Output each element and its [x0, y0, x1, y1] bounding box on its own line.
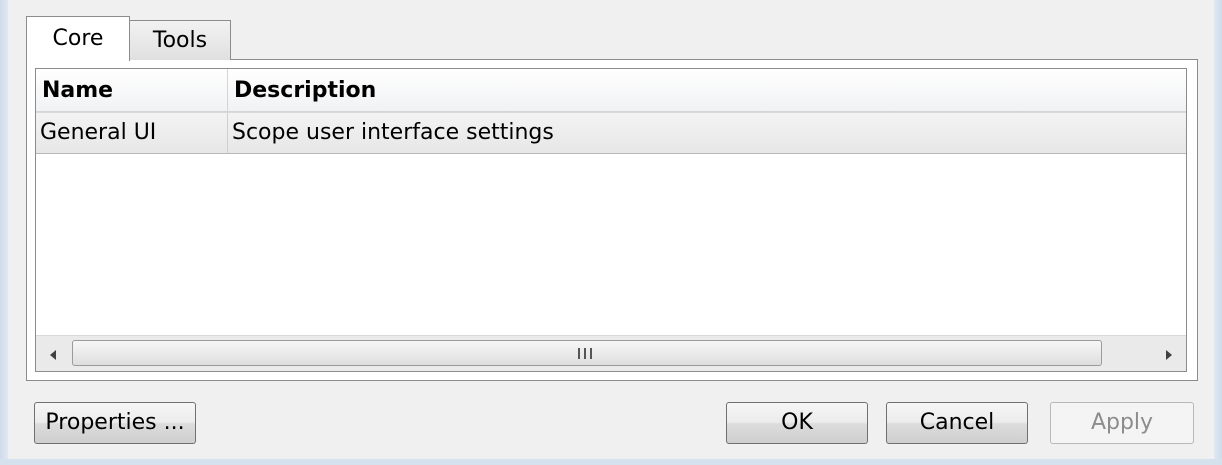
tab-tools[interactable]: Tools — [129, 20, 231, 60]
triangle-right-icon — [1166, 349, 1172, 360]
triangle-left-icon — [50, 349, 56, 360]
column-header-name[interactable]: Name — [36, 69, 228, 111]
apply-button[interactable]: Apply — [1050, 402, 1194, 444]
properties-button[interactable]: Properties ... — [34, 402, 196, 444]
extensions-table: Name Description General UI Scope user i… — [35, 68, 1187, 372]
table-row[interactable]: General UI Scope user interface settings — [36, 112, 1186, 154]
row-description-cell: Scope user interface settings — [232, 120, 554, 145]
column-header-description[interactable]: Description — [228, 69, 1186, 111]
tab-panel-core: Name Description General UI Scope user i… — [26, 59, 1198, 381]
scroll-right-button[interactable] — [1152, 336, 1186, 371]
window-frame-right — [1214, 0, 1222, 465]
window-frame-left — [0, 0, 8, 465]
table-header: Name Description — [36, 69, 1186, 112]
scrollbar-thumb[interactable] — [72, 340, 1102, 366]
row-name-cell: General UI — [36, 113, 228, 153]
cancel-button[interactable]: Cancel — [886, 402, 1028, 444]
ok-button[interactable]: OK — [726, 402, 868, 444]
thumb-grip-icon — [578, 348, 592, 359]
scroll-left-button[interactable] — [36, 336, 70, 371]
dialog-window: Core Tools Name Description General UI S… — [0, 0, 1222, 465]
horizontal-scrollbar[interactable] — [36, 335, 1186, 371]
tab-core[interactable]: Core — [26, 16, 130, 61]
window-frame-bottom — [0, 459, 1222, 465]
